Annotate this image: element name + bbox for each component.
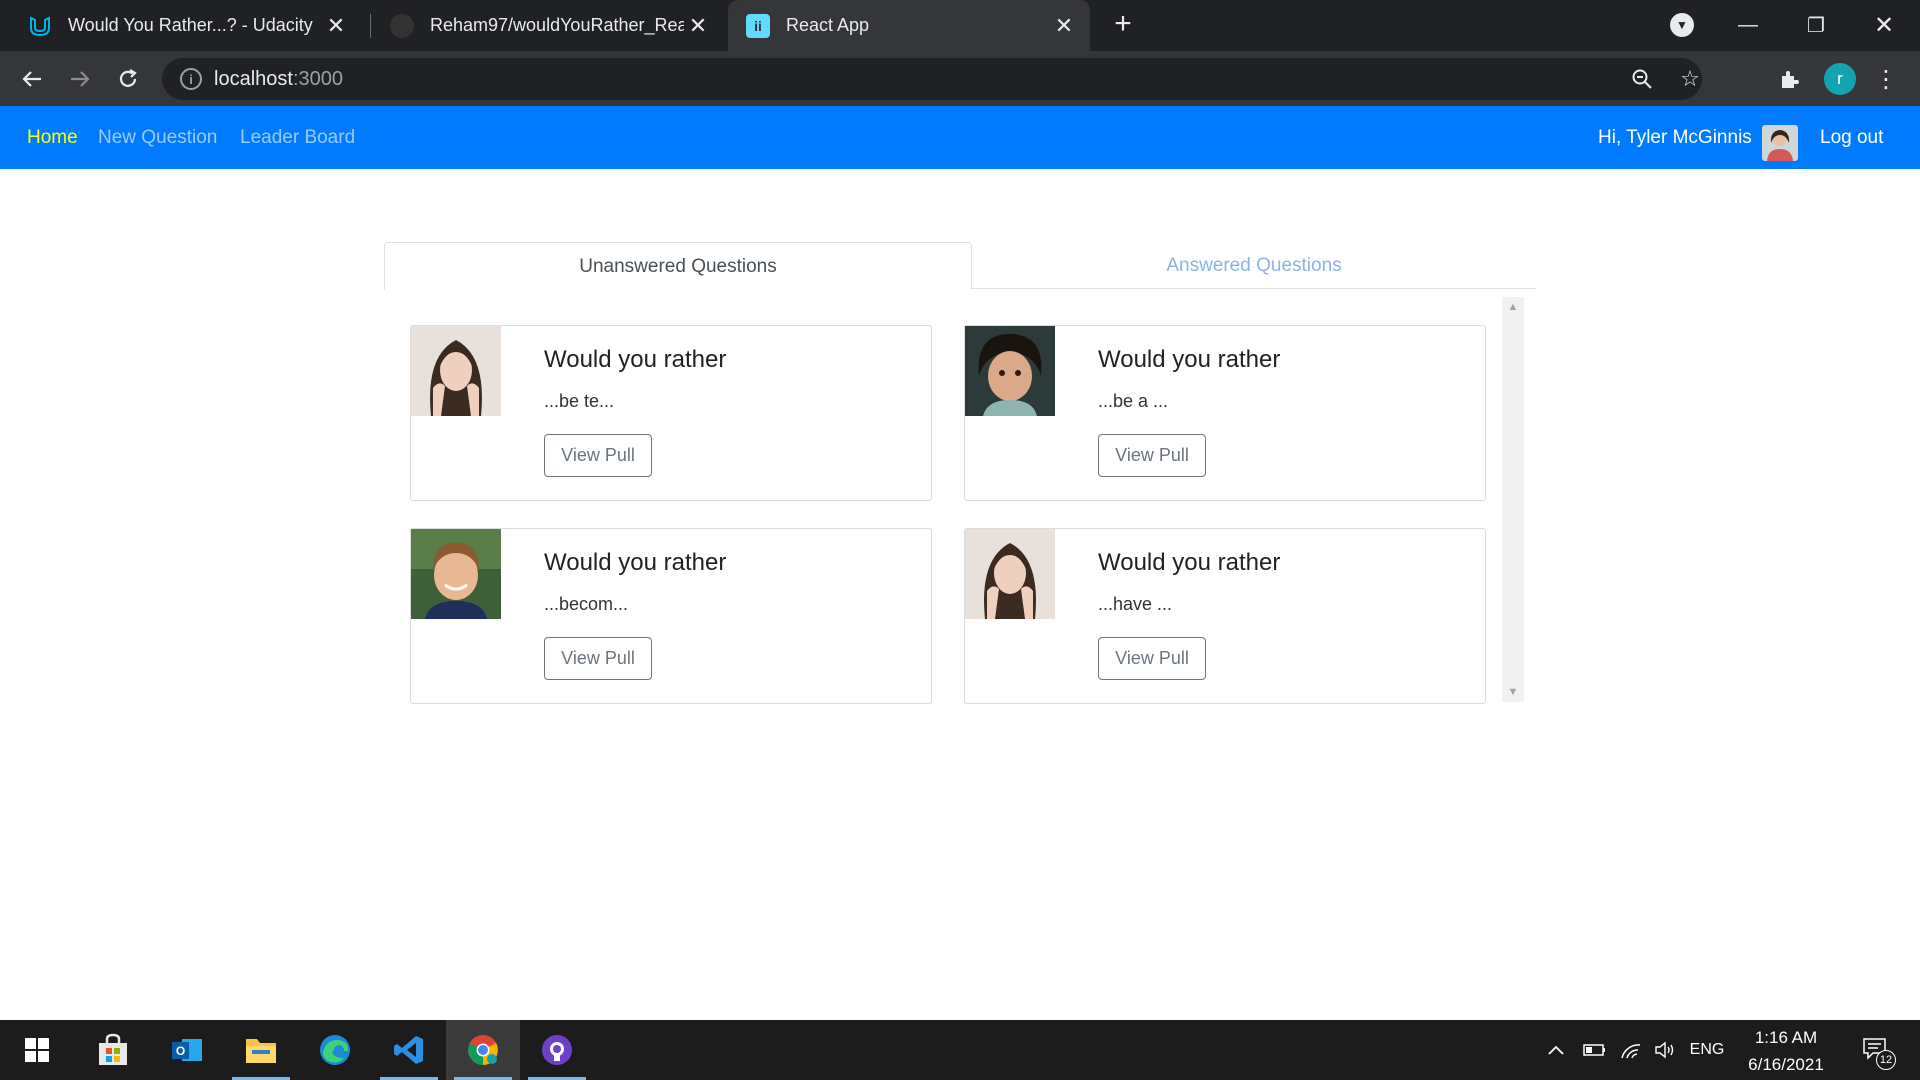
close-icon[interactable]: ✕	[322, 13, 350, 39]
battery-icon[interactable]	[1578, 1020, 1612, 1080]
back-button[interactable]	[14, 61, 50, 97]
boy-avatar	[411, 529, 501, 619]
question-snippet: ...be a ...	[1098, 391, 1169, 411]
nav-leader-board-link[interactable]: Leader Board	[240, 106, 355, 169]
extensions-icon[interactable]	[1772, 61, 1808, 97]
woman-avatar	[411, 326, 501, 416]
question-card: Would you rather ...becom... View Pull	[410, 528, 932, 704]
browser-tab-strip: Would You Rather...? - Udacity ✕ Reham97…	[0, 0, 1920, 51]
windows-start-icon[interactable]	[0, 1020, 74, 1080]
chrome-icon[interactable]	[446, 1020, 520, 1080]
toddler-avatar	[965, 326, 1055, 416]
github-icon	[390, 13, 414, 38]
windows-taskbar: O ENG 1:16 AM 6/16/2021 12	[0, 1020, 1920, 1080]
close-icon[interactable]: ✕	[1050, 13, 1078, 39]
browser-tab-react-app[interactable]: ii React App ✕	[728, 0, 1090, 51]
tab-search-icon[interactable]: ▼	[1670, 13, 1694, 37]
wifi-icon[interactable]	[1614, 1020, 1648, 1080]
browser-tab-udacity[interactable]: Would You Rather...? - Udacity ✕	[0, 0, 362, 51]
question-snippet: ...becom...	[544, 594, 629, 614]
show-hidden-icons-icon[interactable]	[1542, 1020, 1570, 1080]
browser-toolbar: i localhost:3000 ☆ ⋮	[0, 51, 1920, 106]
tab-title: Would You Rather...? - Udacity	[68, 15, 313, 35]
udacity-icon	[28, 14, 52, 38]
question-card: Would you rather ...be a ... View Pull	[964, 325, 1486, 501]
language-indicator[interactable]: ENG	[1686, 1020, 1728, 1080]
questions-scrollbar[interactable]: ▲ ▼	[1502, 297, 1524, 702]
bookmark-star-icon[interactable]: ☆	[1672, 58, 1708, 100]
app-navbar: Home New Question Leader Board Hi, Tyler…	[0, 106, 1920, 169]
user-greeting: Hi, Tyler McGinnis	[1598, 127, 1752, 148]
minimize-button[interactable]: —	[1718, 0, 1778, 51]
user-avatar	[1762, 125, 1798, 161]
notifications-icon[interactable]: 12	[1854, 1020, 1898, 1080]
nav-new-question-link[interactable]: New Question	[98, 106, 217, 169]
view-poll-button[interactable]: View Pull	[544, 637, 652, 680]
question-card: Would you rather ...have ... View Pull	[964, 528, 1486, 704]
clock-time: 1:16 AM	[1754, 1028, 1818, 1047]
react-app-icon: ii	[746, 13, 770, 38]
restore-button[interactable]: ❐	[1786, 0, 1846, 51]
new-tab-button[interactable]: +	[1108, 9, 1138, 40]
file-explorer-icon[interactable]	[224, 1020, 298, 1080]
browser-tab-github[interactable]: Reham97/wouldYouRather_React ✕	[362, 0, 724, 51]
clock[interactable]: 1:16 AM 6/16/2021	[1730, 1020, 1842, 1080]
question-card: Would you rather ...be te... View Pull	[410, 325, 932, 501]
tab-answered[interactable]: Answered Questions	[972, 242, 1536, 289]
question-title: Would you rather	[544, 346, 727, 373]
edge-icon[interactable]	[298, 1020, 372, 1080]
zoom-icon[interactable]	[1624, 58, 1660, 100]
question-snippet: ...have ...	[1098, 594, 1173, 614]
view-poll-button[interactable]: View Pull	[1098, 434, 1206, 477]
view-poll-button[interactable]: View Pull	[1098, 637, 1206, 680]
svg-text:O: O	[176, 1044, 185, 1058]
tab-unanswered[interactable]: Unanswered Questions	[384, 242, 972, 290]
view-poll-button[interactable]: View Pull	[544, 434, 652, 477]
address-bar[interactable]: i localhost:3000 ☆	[162, 58, 1702, 100]
reload-button[interactable]	[110, 61, 146, 97]
question-title: Would you rather	[544, 549, 727, 576]
question-title: Would you rather	[1098, 549, 1281, 576]
tab-title: Reham97/wouldYouRather_React	[430, 15, 684, 35]
clock-date: 6/16/2021	[1748, 1055, 1824, 1074]
chrome-menu-icon[interactable]: ⋮	[1868, 61, 1904, 97]
logout-link[interactable]: Log out	[1820, 106, 1883, 169]
github-desktop-icon[interactable]	[520, 1020, 594, 1080]
nav-home-link[interactable]: Home	[27, 106, 78, 169]
scroll-down-arrow[interactable]: ▼	[1502, 682, 1524, 702]
woman-avatar	[965, 529, 1055, 619]
question-title: Would you rather	[1098, 346, 1281, 373]
forward-button[interactable]	[62, 61, 98, 97]
url-text[interactable]: localhost:3000	[214, 68, 343, 91]
question-tabs: Unanswered Questions Answered Questions	[384, 242, 1536, 290]
question-snippet: ...be te...	[544, 391, 615, 411]
profile-avatar[interactable]: r	[1824, 63, 1856, 95]
scroll-up-arrow[interactable]: ▲	[1502, 297, 1524, 317]
notification-count: 12	[1876, 1050, 1896, 1070]
close-icon[interactable]: ✕	[684, 13, 712, 39]
tab-title: React App	[786, 15, 870, 35]
vscode-icon[interactable]	[372, 1020, 446, 1080]
volume-icon[interactable]	[1648, 1020, 1682, 1080]
site-info-icon[interactable]: i	[180, 68, 202, 90]
store-icon[interactable]	[76, 1020, 150, 1080]
close-window-button[interactable]: ✕	[1854, 0, 1914, 51]
outlook-icon[interactable]: O	[150, 1020, 224, 1080]
